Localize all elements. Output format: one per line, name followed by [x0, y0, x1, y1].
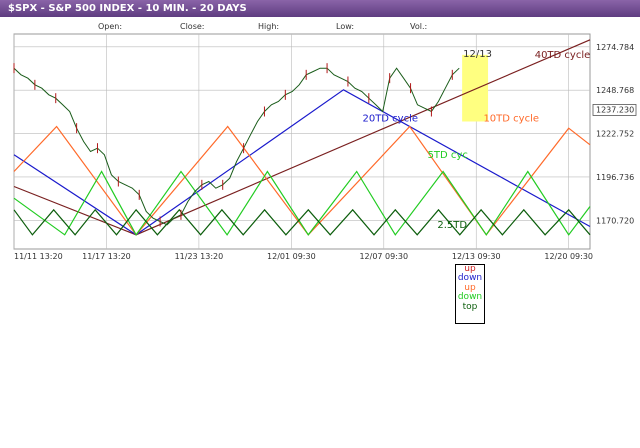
- header-field-0: Open:: [98, 22, 122, 31]
- header-field-1: Close:: [180, 22, 205, 31]
- cycle-annotation-4: 2.5TD: [437, 220, 467, 231]
- highlight-label: 12/13: [463, 49, 492, 60]
- cycle-annotation-2: 10TD cycle: [483, 114, 539, 125]
- y-tick-label: 1274.784: [596, 43, 634, 52]
- x-tick-label: 11/17 13:20: [82, 252, 131, 261]
- y-tick-label: 1170.720: [596, 216, 634, 225]
- y-axis: 1170.720 1196.736 1222.752 1248.768 1274.784…: [592, 43, 637, 225]
- x-tick-label: 12/07 09:30: [359, 252, 408, 261]
- y-tick-label: 1248.768: [596, 86, 634, 95]
- x-tick-label: 12/13 09:30: [452, 252, 501, 261]
- chart-title-bar: $SPX - S&P 500 INDEX - 10 MIN. - 20 DAYS: [0, 0, 640, 17]
- header-field-4: Vol.:: [410, 22, 427, 31]
- highlight-rect: [462, 54, 489, 122]
- x-tick-label: 12/20 09:30: [544, 252, 593, 261]
- price-chart: Open: Close: High: Low: Vol.: 12/13 1170.720…: [13, 22, 637, 261]
- x-tick-label: 12/01 09:30: [267, 252, 316, 261]
- legend-item-4: top: [462, 301, 478, 312]
- x-tick-label: 11/23 13:20: [175, 252, 224, 261]
- x-tick-label: 11/11 13:20: [14, 252, 63, 261]
- last-price-label: 1237.230: [596, 105, 634, 114]
- x-axis: 11/11 13:20 11/17 13:20 11/23 13:20 12/01 0…: [14, 252, 593, 261]
- cycle-annotation-0: 40TD cycle: [535, 50, 591, 61]
- legend-box: up down up down top: [455, 264, 485, 324]
- chart-title: $SPX - S&P 500 INDEX - 10 MIN. - 20 DAYS: [8, 3, 247, 14]
- cycle-annotation-3: 5TD cyc: [428, 150, 468, 161]
- ohlc-header: Open: Close: High: Low: Vol.:: [98, 22, 427, 31]
- header-field-2: High:: [258, 22, 279, 31]
- highlight-box: 12/13: [462, 49, 492, 122]
- y-tick-label: 1222.752: [596, 130, 634, 139]
- y-tick-label: 1196.736: [596, 173, 634, 182]
- header-field-3: Low:: [336, 22, 354, 31]
- cycle-annotation-1: 20TD cycle: [362, 114, 418, 125]
